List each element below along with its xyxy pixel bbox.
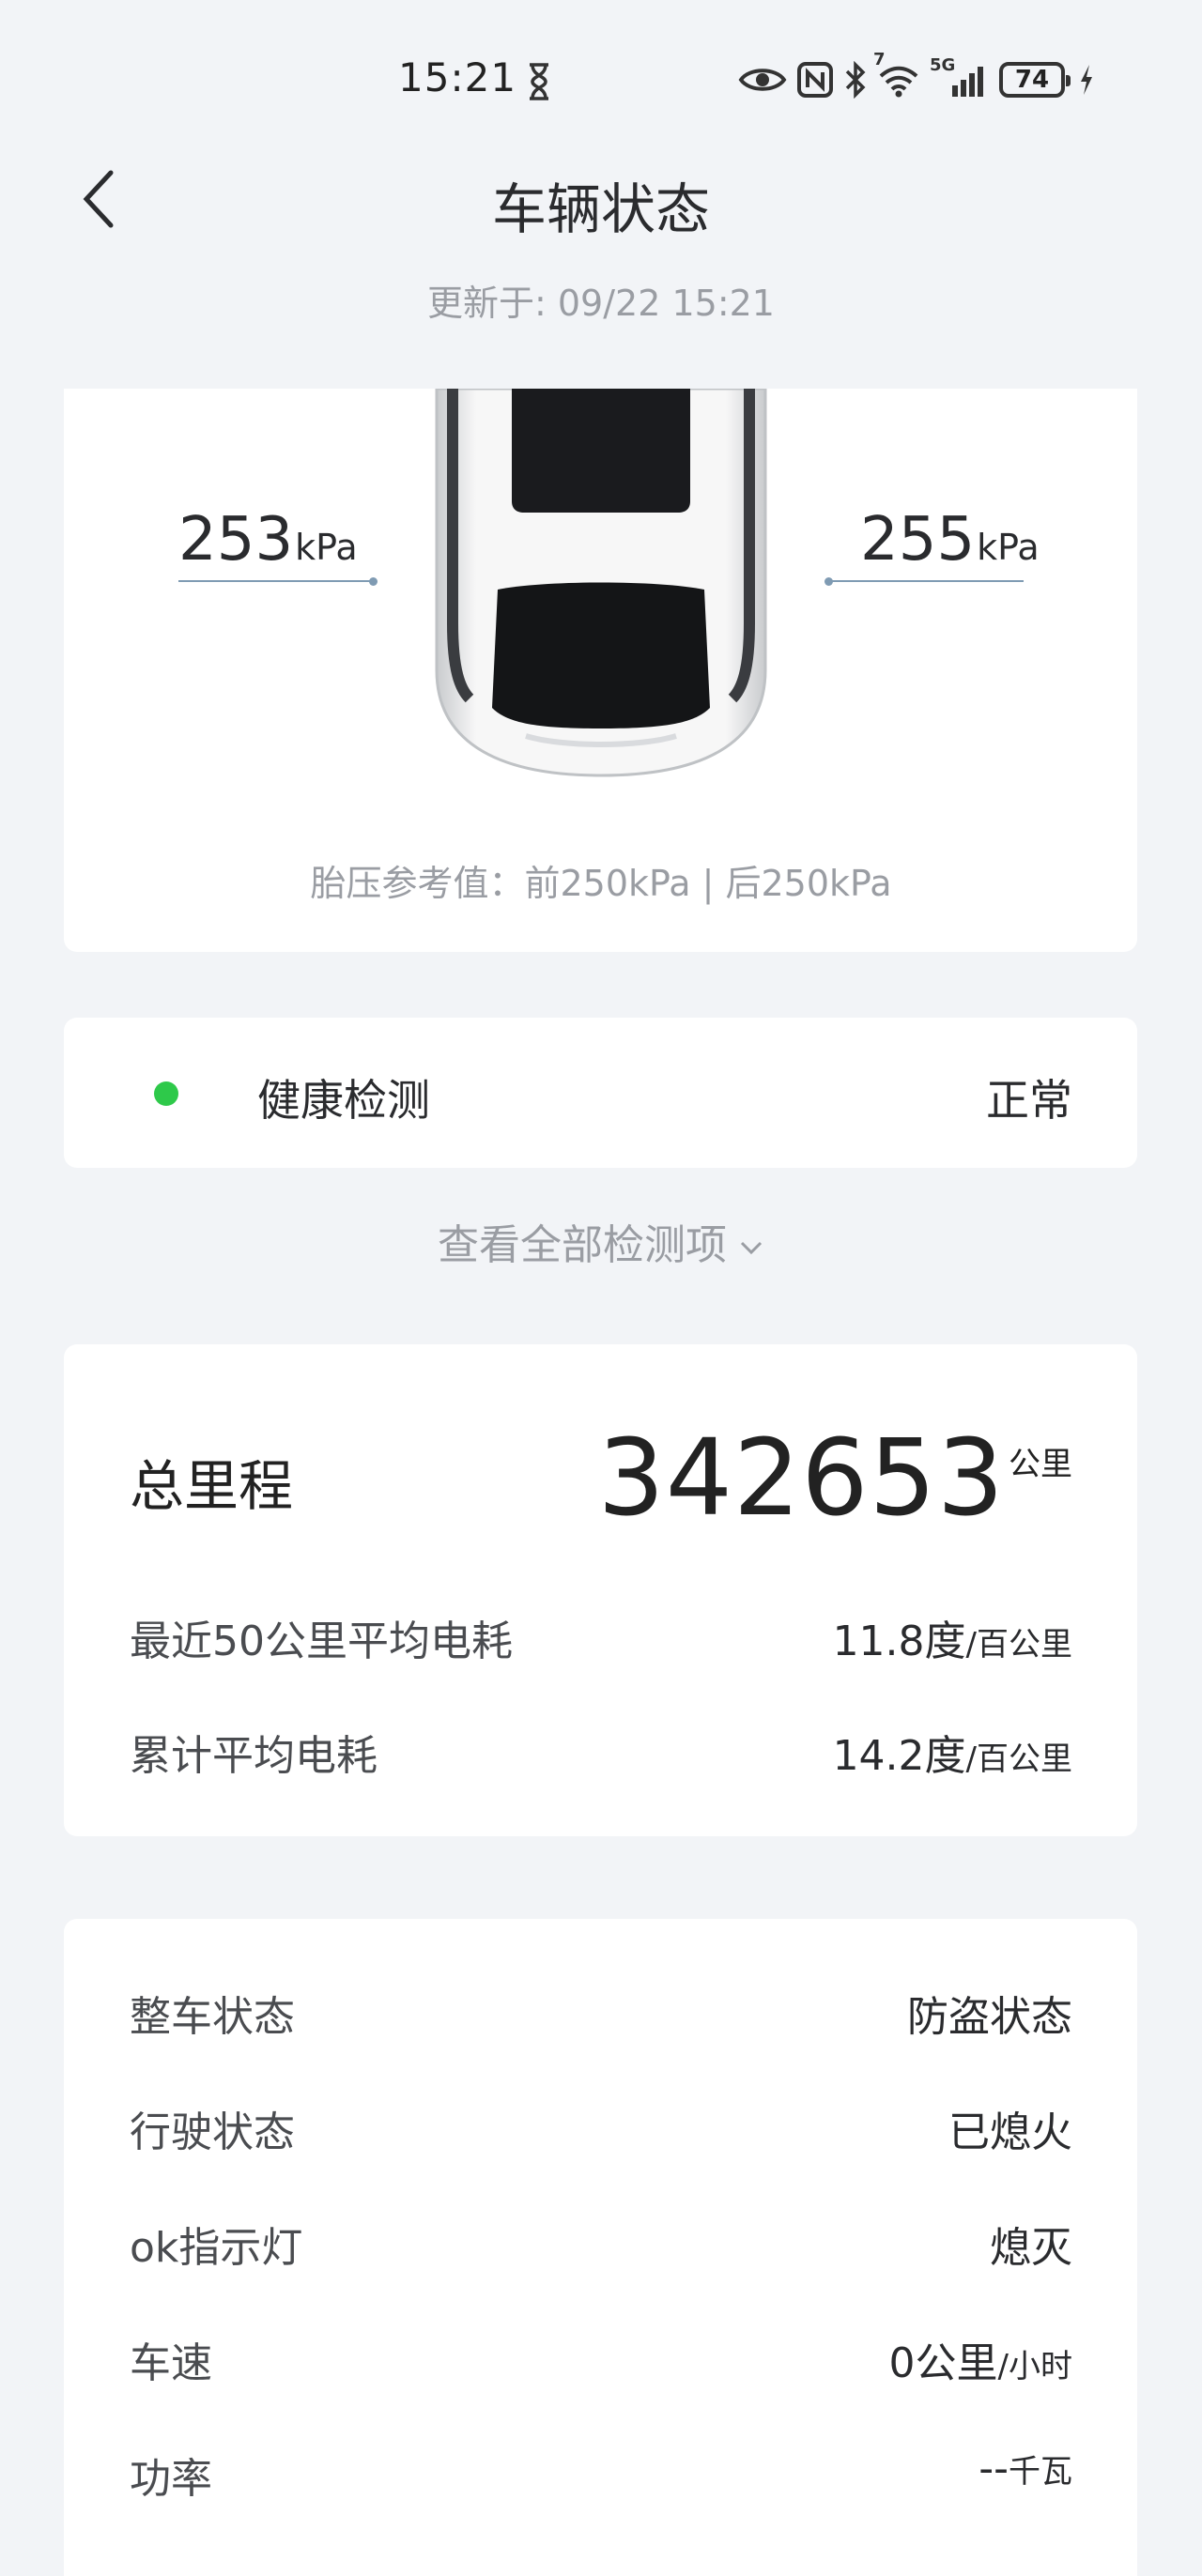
tire-pressure-reference: 胎压参考值：前250kPa | 后250kPa [310,863,892,904]
chevron-down-icon [740,1241,763,1255]
wifi-icon: 7 [873,50,920,99]
health-check-status: 正常 [986,1075,1072,1126]
power-label: 功率 [130,2455,212,2503]
power-value: --千瓦 [979,2445,1072,2492]
speed-unit: /小时 [997,2348,1072,2385]
power-number: -- [979,2445,1009,2492]
ok-indicator-label: ok指示灯 [130,2224,303,2272]
power-unit: 千瓦 [1009,2453,1072,2491]
rear-right-pressure-value: 255 [860,505,976,575]
recent-consumption-value: 11.8度/百公里 [833,1607,1072,1667]
cumulative-consumption-label: 累计平均电耗 [130,1732,378,1780]
ok-indicator-value: 熄灭 [990,2224,1072,2272]
rear-left-tire-pressure: 253kPa [178,505,358,575]
vehicle-state-value: 防盗状态 [907,1993,1072,2041]
recent-consumption-number: 11.8度 [832,1618,966,1665]
updated-timestamp: 更新于: 09/22 15:21 [427,283,775,324]
status-bar-time: 15:21 [398,54,517,100]
total-mileage-number: 342653 [597,1418,1005,1540]
health-check-label: 健康检测 [257,1075,430,1126]
page-title: 车辆状态 [491,177,710,241]
charging-icon [1078,63,1095,97]
speed-number: 0公里 [888,2339,998,2387]
nfc-icon [796,61,834,99]
view-all-checks-label: 查看全部检测项 [438,1221,727,1269]
status-icons: 7 5G 74 [738,50,1095,103]
wifi-badge: 7 [873,50,886,69]
recent-consumption-label: 最近50公里平均电耗 [130,1618,513,1665]
cumulative-consumption-number: 14.2度 [832,1732,966,1780]
battery-level: 74 [1014,66,1050,94]
rear-right-pressure-unit: kPa [977,527,1040,568]
total-mileage-label: 总里程 [130,1454,294,1518]
speed-label: 车速 [130,2339,212,2387]
battery-icon: 74 [999,62,1071,98]
5g-signal-icon: 5G [930,55,990,99]
driving-state-value: 已熄火 [948,2108,1072,2156]
hourglass-icon [526,62,552,105]
cumulative-consumption-unit: /百公里 [965,1740,1072,1778]
recent-consumption-unit: /百公里 [965,1626,1072,1664]
bluetooth-icon [843,61,868,99]
view-all-checks-button[interactable]: 查看全部检测项 [0,1211,1202,1271]
health-status-dot [154,1081,178,1106]
health-check-card[interactable] [64,1018,1137,1168]
eye-icon [738,64,787,96]
rear-right-tire-pressure: 255kPa [860,505,1040,575]
rear-left-tire-connector [178,576,378,586]
rear-left-pressure-unit: kPa [295,527,358,568]
vehicle-state-label: 整车状态 [130,1993,295,2041]
driving-state-label: 行驶状态 [130,2108,295,2156]
total-mileage-unit: 公里 [1009,1446,1072,1483]
total-mileage-value: 342653 公里 [597,1418,1072,1540]
cumulative-consumption-value: 14.2度/百公里 [833,1722,1072,1782]
car-top-view-image [432,387,770,783]
rear-left-pressure-value: 253 [178,505,294,575]
rear-right-tire-connector [824,576,1024,586]
speed-value: 0公里/小时 [889,2329,1072,2389]
